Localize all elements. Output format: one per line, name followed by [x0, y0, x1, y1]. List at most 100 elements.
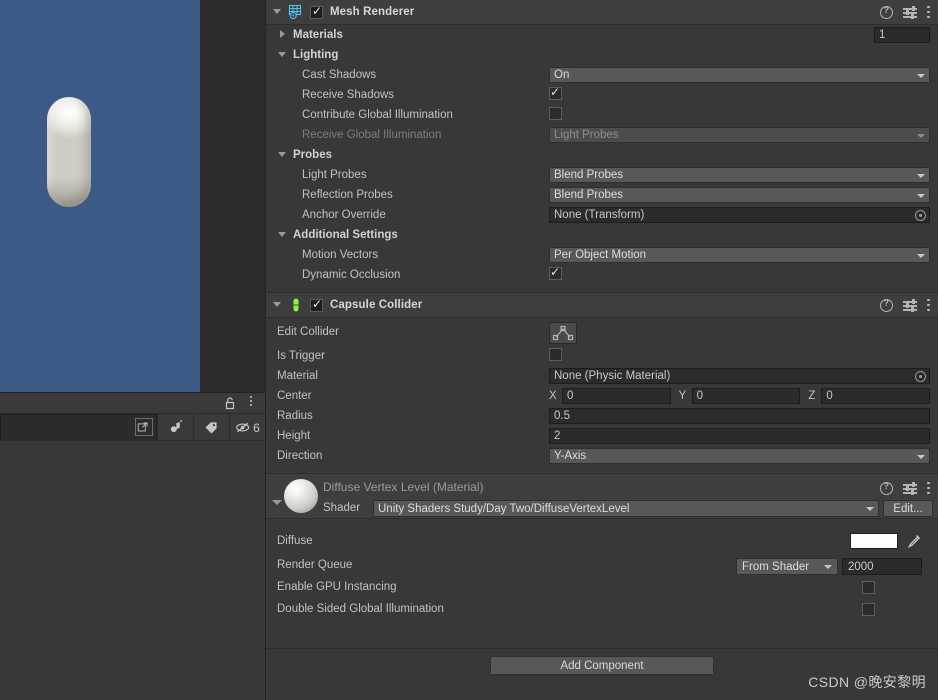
scene-footer-toolbar: 6: [0, 413, 265, 441]
cast-shadows-dropdown[interactable]: On: [549, 67, 930, 83]
physic-material-field: None (Physic Material): [549, 368, 930, 384]
chevron-down-icon: [917, 134, 925, 138]
center-z-axis-label: Z: [808, 390, 816, 402]
motion-vectors-dropdown[interactable]: Per Object Motion: [549, 247, 930, 263]
gpu-instancing-label: Enable GPU Instancing: [277, 581, 397, 593]
is-trigger-field: [549, 348, 930, 364]
audio-toggle-icon[interactable]: [157, 414, 193, 441]
render-queue-value-input[interactable]: 2000: [842, 558, 922, 575]
mesh-renderer-header[interactable]: Mesh Renderer: [266, 0, 938, 25]
shader-dropdown[interactable]: Unity Shaders Study/Day Two/DiffuseVerte…: [373, 500, 879, 517]
receive-gi-row: Receive Global Illumination Light Probes: [266, 125, 938, 145]
anchor-override-object-field[interactable]: None (Transform): [549, 207, 930, 223]
scene-footer-bar: 6: [0, 392, 265, 441]
search-input[interactable]: [0, 414, 157, 441]
height-field: 2: [549, 428, 930, 444]
capsule-collider-header-actions: [880, 293, 931, 318]
foldout-expanded-icon[interactable]: [277, 49, 289, 61]
reflection-probes-dropdown[interactable]: Blend Probes: [549, 187, 930, 203]
capsule-object-preview[interactable]: [47, 97, 91, 207]
render-queue-mode-dropdown[interactable]: From Shader: [736, 558, 838, 575]
foldout-expanded-icon[interactable]: [272, 6, 284, 18]
capsule-collider-enabled-checkbox[interactable]: [310, 297, 323, 312]
visibility-toggle[interactable]: 6: [229, 414, 265, 441]
scene-view[interactable]: [0, 0, 200, 392]
is-trigger-checkbox[interactable]: [549, 348, 562, 361]
help-icon[interactable]: [880, 5, 893, 19]
receive-gi-value: Light Probes: [554, 129, 619, 141]
kebab-menu-icon[interactable]: [927, 298, 931, 313]
motion-vectors-label: Motion Vectors: [302, 249, 379, 261]
dynamic-occlusion-row: Dynamic Occlusion: [266, 265, 938, 285]
foldout-expanded-icon[interactable]: [277, 149, 289, 161]
foldout-expanded-icon[interactable]: [277, 229, 289, 241]
direction-label: Direction: [277, 450, 323, 462]
help-icon[interactable]: [880, 298, 893, 312]
light-probes-label: Light Probes: [302, 169, 367, 181]
preset-icon[interactable]: [903, 6, 917, 19]
preset-icon[interactable]: [903, 482, 917, 495]
reflection-probes-row: Reflection Probes Blend Probes: [266, 185, 938, 205]
gpu-instancing-checkbox[interactable]: [862, 581, 875, 594]
material-foldout-icon[interactable]: [272, 500, 282, 505]
shader-edit-button[interactable]: Edit...: [883, 500, 933, 517]
edit-collider-field: [549, 322, 930, 344]
receive-gi-label: Receive Global Illumination: [302, 129, 442, 141]
diffuse-color-swatch[interactable]: [850, 533, 898, 549]
lock-open-icon[interactable]: [223, 396, 237, 410]
physic-material-value: None (Physic Material): [554, 370, 671, 382]
popout-icon[interactable]: [135, 418, 153, 436]
contribute-gi-checkbox[interactable]: [549, 107, 562, 120]
material-header[interactable]: Diffuse Vertex Level (Material) Shader U…: [266, 473, 938, 519]
radius-input[interactable]: 0.5: [549, 408, 930, 424]
probes-group-row[interactable]: Probes: [266, 145, 938, 165]
kebab-menu-icon[interactable]: [927, 481, 931, 496]
foldout-collapsed-icon[interactable]: [277, 29, 289, 41]
height-row: Height 2: [266, 426, 938, 446]
object-picker-icon[interactable]: [915, 210, 926, 221]
inspector-panel: Mesh Renderer Materials 1 Lighting Cast …: [265, 0, 938, 700]
light-probes-field: Blend Probes: [549, 167, 930, 183]
capsule-collider-header[interactable]: Capsule Collider: [266, 293, 938, 318]
preset-icon[interactable]: [903, 299, 917, 312]
foldout-expanded-icon[interactable]: [272, 299, 284, 311]
light-probes-dropdown[interactable]: Blend Probes: [549, 167, 930, 183]
center-x-axis-label: X: [549, 390, 557, 402]
is-trigger-row: Is Trigger: [266, 346, 938, 366]
materials-row[interactable]: Materials 1: [266, 25, 938, 45]
center-x-input[interactable]: 0: [562, 388, 671, 404]
chevron-down-icon: [917, 74, 925, 78]
center-vector3: X 0 Y 0 Z 0: [549, 388, 931, 404]
height-input[interactable]: 2: [549, 428, 930, 444]
eyedropper-icon[interactable]: [905, 533, 923, 549]
add-component-button[interactable]: Add Component: [490, 656, 714, 675]
center-y-input[interactable]: 0: [691, 388, 801, 404]
render-queue-mode-value: From Shader: [742, 561, 810, 573]
materials-count-field[interactable]: 1: [874, 27, 930, 43]
left-panel: 6: [0, 0, 265, 700]
gpu-instancing-row: Enable GPU Instancing: [266, 576, 938, 598]
radius-label: Radius: [277, 410, 313, 422]
receive-shadows-checkbox[interactable]: [549, 85, 562, 100]
lighting-group-row[interactable]: Lighting: [266, 45, 938, 65]
reflection-probes-value: Blend Probes: [554, 189, 624, 201]
kebab-menu-icon[interactable]: [927, 5, 931, 20]
kebab-menu-icon[interactable]: [245, 396, 257, 410]
physic-material-object-field[interactable]: None (Physic Material): [549, 368, 930, 384]
center-y-axis-label: Y: [678, 390, 687, 402]
left-lower-panel: [0, 440, 265, 700]
height-label: Height: [277, 430, 311, 442]
double-sided-gi-checkbox[interactable]: [862, 603, 875, 616]
dynamic-occlusion-checkbox[interactable]: [549, 265, 562, 280]
help-icon[interactable]: [880, 481, 893, 495]
edit-collider-button[interactable]: [549, 322, 577, 344]
mesh-renderer-enabled-checkbox[interactable]: [310, 4, 323, 19]
visibility-count: 6: [253, 420, 260, 435]
direction-dropdown[interactable]: Y-Axis: [549, 448, 930, 464]
reflection-probes-field: Blend Probes: [549, 187, 930, 203]
object-picker-icon[interactable]: [915, 371, 926, 382]
center-z-input[interactable]: 0: [821, 388, 931, 404]
additional-settings-group-row[interactable]: Additional Settings: [266, 225, 938, 245]
gizmo-tag-icon[interactable]: [193, 414, 229, 441]
